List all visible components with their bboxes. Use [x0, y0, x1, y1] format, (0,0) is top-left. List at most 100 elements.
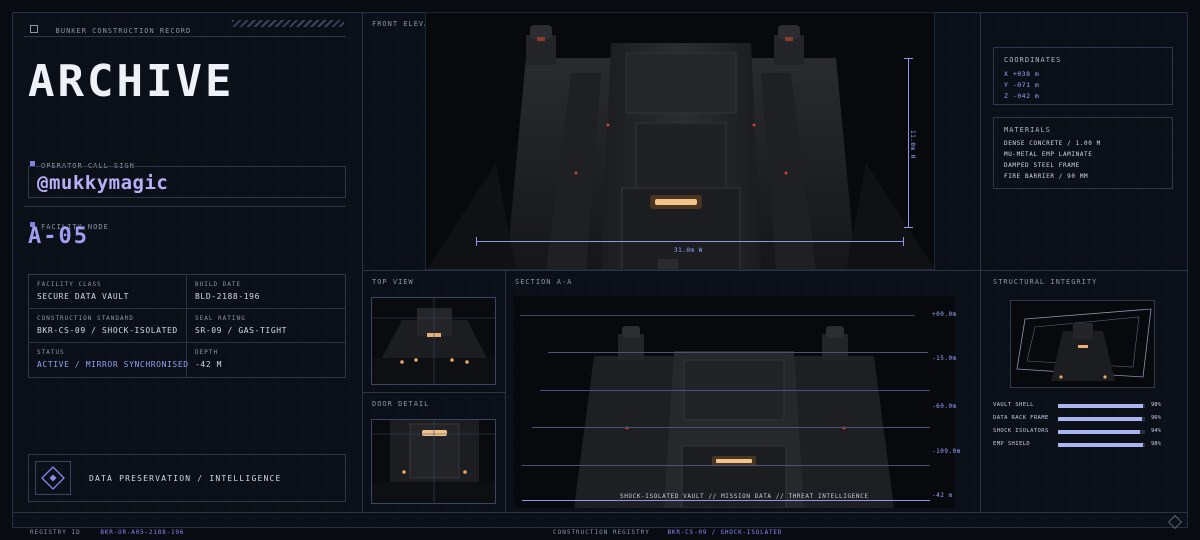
depth-label: DEPTH: [195, 349, 219, 356]
cell-depth: DEPTH -42 m: [195, 349, 222, 369]
integrity-row-name: VAULT SHELL: [993, 402, 1034, 408]
footer-registry-id: REGISTRY ID BKR-OR-A05-2188-196: [30, 519, 184, 538]
integrity-row: DATA RACK FRAME 96%: [993, 415, 1165, 428]
level-label-0: +00.0m: [932, 311, 957, 318]
section-view: [514, 296, 954, 508]
facility-class-value: SECURE DATA VAULT: [37, 292, 130, 301]
divider: [505, 270, 506, 512]
purpose-label: DATA PRESERVATION / INTELLIGENCE: [89, 474, 282, 483]
build-date-label: BUILD DATE: [195, 281, 242, 288]
level-line: [520, 315, 915, 316]
material-item: MU-METAL EMP LAMINATE: [1004, 151, 1093, 158]
integrity-row-name: SHOCK ISOLATORS: [993, 428, 1049, 434]
top-view-label: TOP VIEW: [372, 278, 414, 286]
divider: [980, 270, 1188, 271]
diamond-badge: [35, 461, 71, 495]
level-label-4: -42 m: [932, 492, 953, 499]
divider: [24, 206, 346, 207]
integrity-row-value: 98%: [1151, 441, 1161, 447]
level-line: [540, 390, 930, 391]
status-value: ACTIVE / MIRROR SYNCHRONISED: [37, 360, 189, 369]
dim-tick: [904, 227, 913, 228]
integrity-bar-fill: [1058, 404, 1144, 408]
top-view-thumbnail[interactable]: [371, 297, 496, 385]
height-dimension-label: 11.0m H: [909, 130, 916, 159]
registry-id-value: BKR-OR-A05-2188-196: [100, 529, 185, 536]
cell-seal-rating: SEAL RATING SR-09 / GAS-TIGHT: [195, 315, 287, 335]
record-label: BUNKER CONSTRUCTION RECORD: [55, 27, 192, 35]
material-item: FIRE BARRIER / 90 MM: [1004, 173, 1089, 180]
divider: [28, 342, 346, 343]
build-date-value: BLD-2188-196: [195, 292, 260, 301]
door-detail-render: [372, 420, 495, 503]
level-line: [532, 427, 930, 428]
coord-x: X +038 m: [1004, 70, 1040, 78]
cell-construction-standard: CONSTRUCTION STANDARD BKR-CS-09 / SHOCK-…: [37, 315, 178, 335]
record-header: BUNKER CONSTRUCTION RECORD: [30, 18, 191, 37]
facility-node-value: A-05: [28, 224, 89, 249]
integrity-bar: [1058, 430, 1145, 434]
front-elevation-view: [425, 12, 935, 270]
integrity-bar-fill: [1058, 443, 1144, 447]
seal-rating-label: SEAL RATING: [195, 315, 246, 322]
level-label-1: -15.0m: [932, 355, 957, 362]
top-view-render: [372, 298, 495, 384]
integrity-row-value: 98%: [1151, 402, 1161, 408]
construction-standard-value: BKR-CS-09 / SHOCK-ISOLATED: [37, 326, 178, 335]
divider: [362, 392, 505, 393]
seal-rating-value: SR-09 / GAS-TIGHT: [195, 326, 288, 335]
level-line: [548, 352, 928, 353]
section-label: SECTION A-A: [515, 278, 573, 286]
section-render: [574, 326, 894, 508]
integrity-row-value: 94%: [1151, 428, 1161, 434]
coord-y: Y -071 m: [1004, 81, 1040, 89]
material-item: DAMPED STEEL FRAME: [1004, 162, 1080, 169]
materials-label: MATERIALS: [1004, 126, 1051, 134]
coordinates-box: COORDINATES X +038 m Y -071 m Z -042 m: [993, 47, 1173, 105]
width-dimension-line: [476, 241, 904, 242]
coord-z: Z -042 m: [1004, 92, 1040, 100]
width-dimension-label: 31.0m W: [674, 247, 703, 254]
construction-standard-label: CONSTRUCTION STANDARD: [37, 315, 134, 322]
integrity-label: STRUCTURAL INTEGRITY: [993, 278, 1098, 286]
dim-tick: [476, 237, 477, 246]
integrity-bar: [1058, 404, 1145, 408]
hazard-stripes: [232, 20, 344, 27]
integrity-row: EMP SHIELD 98%: [993, 441, 1165, 454]
dim-tick: [903, 237, 904, 246]
divider: [24, 36, 346, 37]
dim-tick: [904, 58, 913, 59]
operator-field[interactable]: @mukkymagic: [28, 166, 346, 198]
diamond-icon: [41, 466, 65, 490]
integrity-row-name: DATA RACK FRAME: [993, 415, 1049, 421]
footer-construction-registry: CONSTRUCTION REGISTRY BKR-CS-09 / SHOCK-…: [553, 519, 782, 538]
divider: [362, 12, 363, 512]
divider: [980, 12, 981, 512]
door-detail-thumbnail[interactable]: [371, 419, 496, 504]
material-item: DENSE CONCRETE / 1.00 M: [1004, 140, 1101, 147]
divider: [28, 308, 346, 309]
integrity-row: VAULT SHELL 98%: [993, 402, 1165, 415]
integrity-bar-fill: [1058, 430, 1140, 434]
registry-id-label: REGISTRY ID: [30, 529, 81, 536]
purpose-box: DATA PRESERVATION / INTELLIGENCE: [28, 454, 346, 502]
construction-registry-value: BKR-CS-09 / SHOCK-ISOLATED: [667, 529, 783, 536]
level-label-3: -109.0m: [932, 448, 961, 455]
depth-value: -42 m: [195, 360, 223, 369]
checkbox-icon: [30, 24, 38, 33]
integrity-bar-fill: [1058, 417, 1142, 421]
coordinates-label: COORDINATES: [1004, 56, 1062, 64]
materials-box: MATERIALS DENSE CONCRETE / 1.00 M MU-MET…: [993, 117, 1173, 189]
integrity-render: [1016, 308, 1152, 381]
integrity-rows: VAULT SHELL 98% DATA RACK FRAME 96% SHOC…: [993, 402, 1165, 454]
operator-call-sign: @mukkymagic: [37, 172, 169, 194]
page-title: ARCHIVE: [28, 56, 235, 107]
integrity-row-name: EMP SHIELD: [993, 441, 1031, 447]
integrity-row: SHOCK ISOLATORS 94%: [993, 428, 1165, 441]
section-caption: SHOCK-ISOLATED VAULT // MISSION DATA // …: [620, 493, 869, 500]
integrity-bar: [1058, 443, 1145, 447]
level-line: [522, 465, 930, 466]
footer-divider: [12, 512, 1188, 513]
cell-build-date: BUILD DATE BLD-2188-196: [195, 281, 260, 301]
construction-registry-label: CONSTRUCTION REGISTRY: [553, 529, 650, 536]
